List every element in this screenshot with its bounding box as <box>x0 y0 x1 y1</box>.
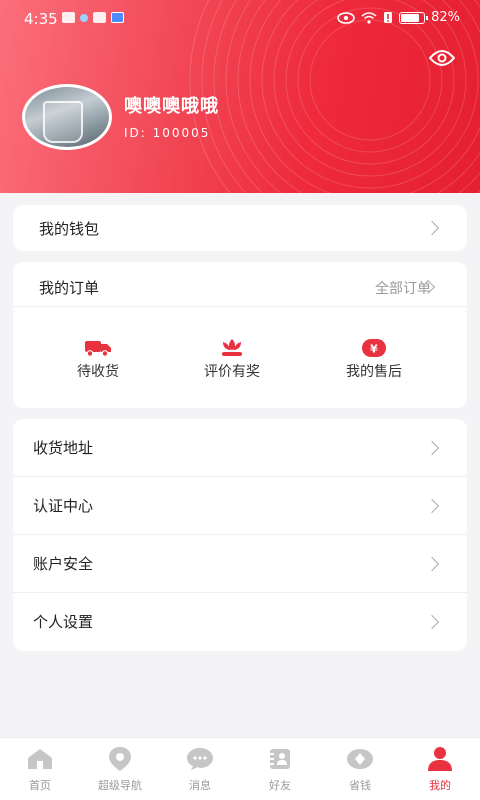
tab-messages[interactable]: 消息 <box>160 738 240 800</box>
avatar[interactable] <box>22 84 112 150</box>
tab-label: 好友 <box>269 779 291 792</box>
username: 噢噢噢哦哦 <box>124 96 219 117</box>
tab-label: 我的 <box>429 779 451 792</box>
chevron-right-icon <box>424 498 440 514</box>
battery-icon <box>399 11 429 24</box>
chevron-right-icon <box>424 440 440 456</box>
eye-status-icon <box>337 11 355 24</box>
notification-icon <box>62 12 75 23</box>
app-notification-icon <box>93 12 106 23</box>
order-item-label: 我的售后 <box>346 364 402 380</box>
status-bar: 4:35 82% <box>0 0 480 38</box>
chevron-right-icon <box>424 614 440 630</box>
battery-percent: 82% <box>431 10 460 25</box>
tab-super-navigation[interactable]: 超级导航 <box>80 738 160 800</box>
eye-toggle-button[interactable] <box>428 46 456 70</box>
coin-icon <box>320 744 400 774</box>
settings-menu: 收货地址 认证中心 账户安全 个人设置 <box>13 419 467 651</box>
menu-account-security[interactable]: 账户安全 <box>13 535 467 593</box>
order-item-label: 待收货 <box>77 364 119 380</box>
notification-icons <box>62 12 124 23</box>
divider <box>13 306 467 307</box>
order-review-reward[interactable]: 评价有奖 <box>177 338 287 381</box>
menu-shipping-address[interactable]: 收货地址 <box>13 419 467 477</box>
menu-personal-settings[interactable]: 个人设置 <box>13 593 467 651</box>
truck-icon <box>43 338 153 358</box>
tab-label: 省钱 <box>349 779 371 792</box>
menu-item-label: 认证中心 <box>33 497 94 515</box>
chevron-right-icon <box>424 220 440 236</box>
user-id: ID: 100005 <box>124 126 211 140</box>
battery-level <box>401 13 420 22</box>
order-item-label: 评价有奖 <box>204 364 260 380</box>
orders-card: 我的订单 全部订单 待收货 评价有奖 ¥ 我的售后 <box>13 262 467 408</box>
profile-header: 4:35 82% 噢噢噢哦哦 ID: 100005 <box>0 0 480 193</box>
menu-verification-center[interactable]: 认证中心 <box>13 477 467 535</box>
order-pending-receipt[interactable]: 待收货 <box>43 338 153 381</box>
tab-mine[interactable]: 我的 <box>400 738 480 800</box>
status-time: 4:35 <box>24 10 58 28</box>
tab-label: 超级导航 <box>98 779 142 792</box>
tab-save-money[interactable]: 省钱 <box>320 738 400 800</box>
svg-text:¥: ¥ <box>370 343 378 356</box>
location-pin-icon <box>80 744 160 774</box>
user-icon <box>400 744 480 774</box>
home-icon <box>0 744 80 774</box>
wifi-icon <box>361 11 377 24</box>
orders-title: 我的订单 <box>39 279 100 297</box>
tab-label: 首页 <box>29 779 51 792</box>
tab-friends[interactable]: 好友 <box>240 738 320 800</box>
tab-home[interactable]: 首页 <box>0 738 80 800</box>
chat-bubble-icon <box>160 744 240 774</box>
wallet-label: 我的钱包 <box>39 220 100 238</box>
app-notification-icon <box>111 12 124 23</box>
wallet-row[interactable]: 我的钱包 <box>13 205 467 251</box>
menu-item-label: 个人设置 <box>33 613 94 631</box>
flower-icon <box>177 338 287 358</box>
chevron-right-icon <box>424 556 440 572</box>
yuan-icon: ¥ <box>319 338 429 358</box>
avatar-image <box>43 101 83 143</box>
tab-label: 消息 <box>189 779 211 792</box>
bottom-tab-bar: 首页 超级导航 消息 好友 省钱 我的 <box>0 737 480 800</box>
status-right: 82% <box>337 10 460 25</box>
notification-dot-icon <box>80 13 88 22</box>
contacts-icon <box>240 744 320 774</box>
eye-icon <box>429 50 455 66</box>
menu-item-label: 收货地址 <box>33 439 94 457</box>
sim-icon <box>384 12 393 23</box>
order-after-sales[interactable]: ¥ 我的售后 <box>319 338 429 381</box>
menu-item-label: 账户安全 <box>33 555 94 573</box>
